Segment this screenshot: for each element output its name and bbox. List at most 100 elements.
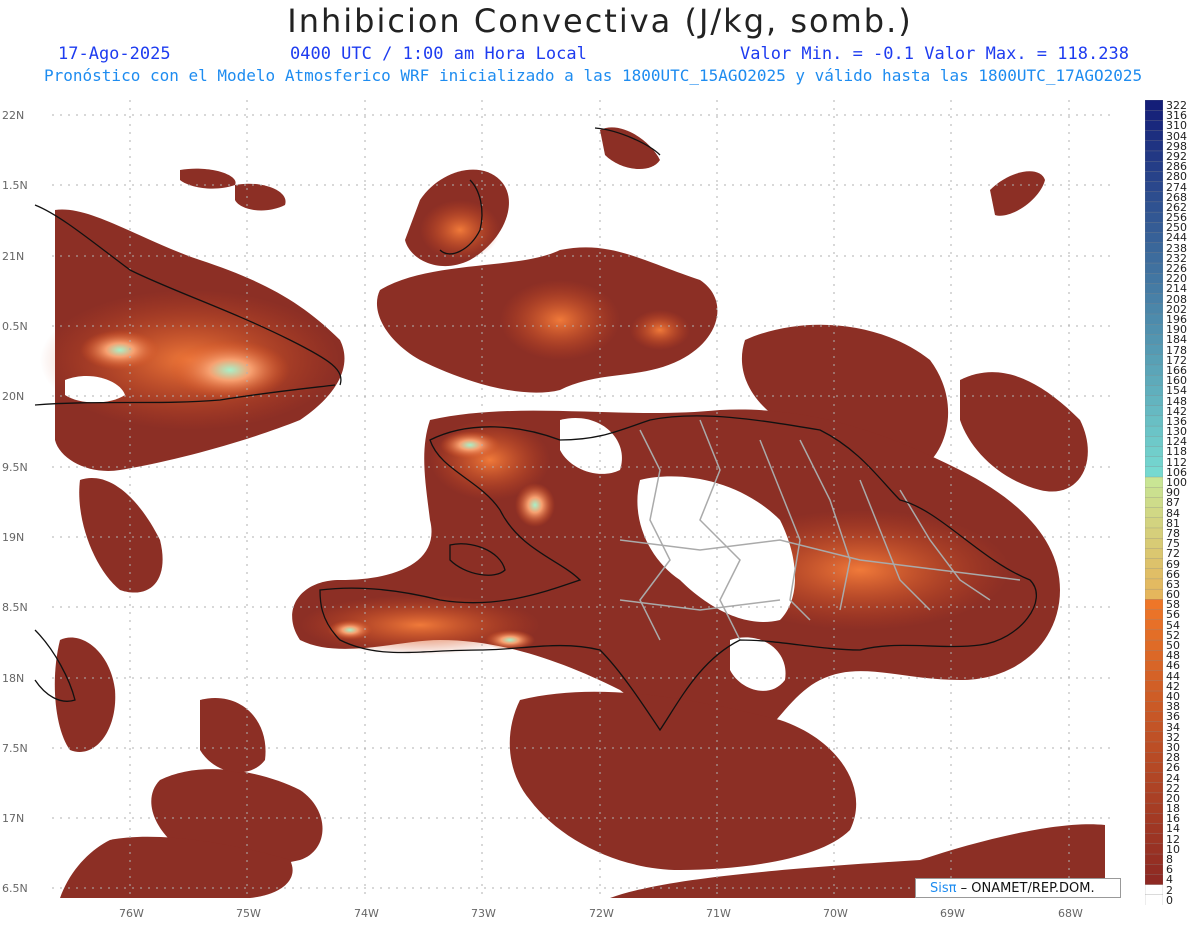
colorbar-swatch [1145, 425, 1163, 437]
credit-text: – ONAMET/REP.DOM. [956, 881, 1095, 896]
colorbar-swatch [1145, 160, 1163, 172]
colorbar-swatch [1145, 303, 1163, 315]
colorbar-swatch [1145, 120, 1163, 132]
colorbar-swatch [1145, 517, 1163, 529]
lat-label: 0.5N [2, 320, 28, 333]
colorbar-swatch [1145, 507, 1163, 519]
colorbar-swatch [1145, 701, 1163, 713]
colorbar-swatch [1145, 293, 1163, 305]
lat-label: 9.5N [2, 461, 28, 474]
colorbar-swatch [1145, 741, 1163, 753]
map-title: Inhibicion Convectiva (J/kg, somb.) [287, 2, 913, 40]
colorbar-swatch [1145, 802, 1163, 814]
lon-label: 71W [706, 907, 731, 920]
colorbar-swatch [1145, 762, 1163, 774]
colorbar-swatch [1145, 385, 1163, 397]
colorbar-swatch [1145, 313, 1163, 325]
colorbar-swatch [1145, 629, 1163, 641]
colorbar-swatch [1145, 609, 1163, 621]
colorbar-swatch [1145, 201, 1163, 213]
colorbar-swatch [1145, 538, 1163, 550]
colorbar-swatch [1145, 833, 1163, 845]
forecast-date: 17-Ago-2025 [58, 44, 171, 64]
colorbar-swatch [1145, 578, 1163, 590]
colorbar-swatch [1145, 354, 1163, 366]
colorbar-swatch [1145, 140, 1163, 152]
colorbar [1145, 100, 1163, 905]
colorbar-swatch [1145, 497, 1163, 509]
colorbar-swatch [1145, 527, 1163, 539]
colorbar-swatch [1145, 731, 1163, 743]
colorbar-swatch [1145, 823, 1163, 835]
colorbar-swatch [1145, 395, 1163, 407]
lon-label: 69W [940, 907, 965, 920]
colorbar-swatch [1145, 436, 1163, 448]
colorbar-swatch [1145, 752, 1163, 763]
colorbar-label: 0 [1166, 893, 1173, 907]
colorbar-swatch [1145, 680, 1163, 692]
lat-label: 22N [2, 109, 25, 122]
lat-label: 20N [2, 390, 25, 403]
colorbar-swatch [1145, 558, 1163, 570]
lon-label: 74W [354, 907, 379, 920]
cin-map [34, 100, 1112, 898]
colorbar-swatch [1145, 222, 1163, 234]
lat-label: 7.5N [2, 742, 28, 755]
lon-label: 68W [1058, 907, 1083, 920]
model-info-line: Pronóstico con el Modelo Atmosferico WRF… [44, 66, 1143, 85]
colorbar-swatch [1145, 639, 1163, 651]
colorbar-swatch [1145, 364, 1163, 376]
forecast-time: 0400 UTC / 1:00 am Hora Local [290, 44, 587, 64]
colorbar-swatch [1145, 191, 1163, 203]
lon-label: 75W [236, 907, 261, 920]
colorbar-swatch [1145, 476, 1163, 488]
colorbar-swatch [1145, 487, 1163, 499]
min-max-values: Valor Min. = -0.1 Valor Max. = 118.238 [740, 44, 1129, 64]
colorbar-swatch [1145, 619, 1163, 631]
colorbar-swatch [1145, 650, 1163, 662]
colorbar-swatch [1145, 792, 1163, 804]
colorbar-swatch [1145, 344, 1163, 356]
lat-label: 21N [2, 250, 25, 263]
colorbar-swatch [1145, 690, 1163, 702]
colorbar-swatch [1145, 711, 1163, 723]
colorbar-swatch [1145, 843, 1163, 855]
colorbar-swatch [1145, 568, 1163, 580]
colorbar-swatch [1145, 374, 1163, 386]
lat-label: 1.5N [2, 179, 28, 192]
colorbar-swatch [1145, 456, 1163, 468]
colorbar-swatch [1145, 884, 1163, 896]
colorbar-swatch [1145, 324, 1163, 336]
colorbar-swatch [1145, 599, 1163, 611]
colorbar-swatch [1145, 283, 1163, 295]
colorbar-swatch [1145, 813, 1163, 825]
lon-label: 72W [589, 907, 614, 920]
colorbar-swatch [1145, 446, 1163, 458]
colorbar-swatch [1145, 853, 1163, 865]
colorbar-swatch [1145, 211, 1163, 223]
colorbar-swatch [1145, 466, 1163, 478]
colorbar-swatch [1145, 548, 1163, 560]
colorbar-swatch [1145, 100, 1163, 111]
colorbar-swatch [1145, 415, 1163, 427]
colorbar-swatch [1145, 232, 1163, 244]
lat-label: 8.5N [2, 601, 28, 614]
lat-label: 6.5N [2, 882, 28, 895]
colorbar-swatch [1145, 242, 1163, 254]
colorbar-swatch [1145, 772, 1163, 784]
colorbar-swatch [1145, 252, 1163, 264]
colorbar-swatch [1145, 894, 1163, 905]
colorbar-swatch [1145, 588, 1163, 600]
colorbar-swatch [1145, 874, 1163, 886]
colorbar-swatch [1145, 721, 1163, 733]
colorbar-swatch [1145, 262, 1163, 274]
colorbar-swatch [1145, 171, 1163, 183]
colorbar-swatch [1145, 150, 1163, 162]
colorbar-swatch [1145, 864, 1163, 876]
sis-logo-text: Sisπ [930, 881, 957, 896]
lat-label: 18N [2, 672, 25, 685]
lat-label: 19N [2, 531, 25, 544]
lon-label: 70W [823, 907, 848, 920]
lon-label: 76W [119, 907, 144, 920]
lat-label: 17N [2, 812, 25, 825]
